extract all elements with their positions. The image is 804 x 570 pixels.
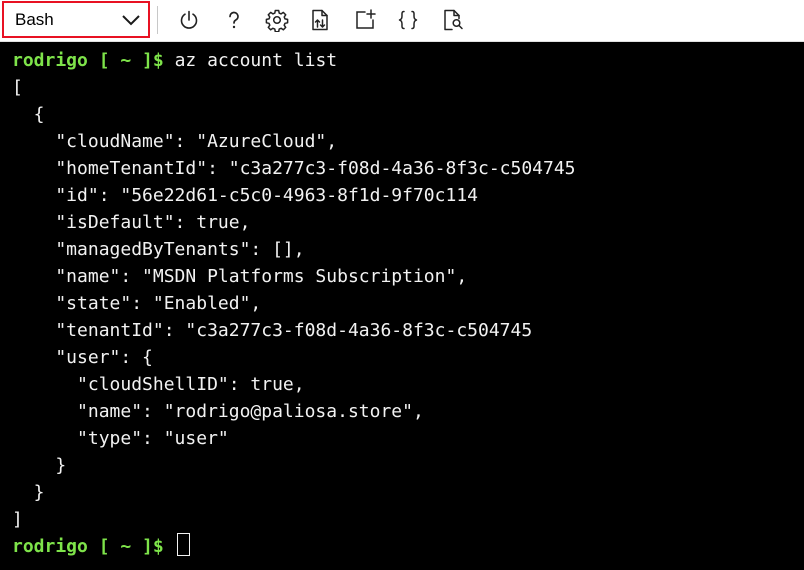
output-line: "isDefault": true,	[12, 212, 251, 233]
output-line: "cloudShellID": true,	[12, 374, 305, 395]
prompt-path: [ ~ ]$	[87, 50, 175, 71]
output-line: "user": {	[12, 347, 153, 368]
shell-type-selected-value: Bash	[15, 10, 54, 29]
prompt-user: rodrigo	[12, 536, 88, 557]
output-line: "homeTenantId": "c3a277c3-f08d-4a36-8f3c…	[12, 158, 576, 179]
terminal-output[interactable]: rodrigo [ ~ ]$ az account list [ { "clou…	[0, 42, 804, 570]
output-line: "name": "rodrigo@paliosa.store",	[12, 401, 424, 422]
gear-icon	[265, 9, 289, 32]
prompt-path: [ ~ ]$	[87, 536, 175, 557]
prompt-user: rodrigo	[12, 50, 88, 71]
new-window-icon	[356, 9, 376, 29]
preview-icon	[444, 9, 463, 31]
output-line: "type": "user"	[12, 428, 229, 449]
web-preview-button[interactable]	[438, 6, 468, 34]
output-line: [	[12, 77, 23, 98]
output-line: "name": "MSDN Platforms Subscription",	[12, 266, 468, 287]
output-line: "id": "56e22d61-c5c0-4963-8f1d-9f70c114	[12, 185, 478, 206]
file-transfer-icon	[312, 9, 328, 31]
restart-button[interactable]	[174, 6, 204, 34]
cloud-shell-toolbar: Bash	[0, 0, 804, 42]
shell-type-dropdown[interactable]: Bash	[2, 1, 150, 38]
help-button[interactable]	[219, 6, 249, 34]
power-icon	[180, 10, 198, 29]
output-line: {	[12, 104, 45, 125]
settings-button[interactable]	[262, 6, 292, 34]
command-text: az account list	[174, 50, 338, 71]
chevron-down-icon	[122, 15, 140, 26]
new-session-button[interactable]	[350, 6, 380, 34]
question-mark-icon	[229, 11, 239, 29]
output-line: ]	[12, 509, 23, 530]
terminal-cursor	[176, 533, 190, 556]
output-line: "cloudName": "AzureCloud",	[12, 131, 338, 152]
output-line: }	[12, 482, 45, 503]
output-line: "managedByTenants": [],	[12, 239, 305, 260]
final-prompt-line: rodrigo [ ~ ]$	[12, 533, 804, 560]
toolbar-divider	[157, 6, 158, 34]
upload-download-button[interactable]	[305, 6, 335, 34]
command-line: rodrigo [ ~ ]$ az account list	[12, 47, 804, 74]
output-line: "state": "Enabled",	[12, 293, 262, 314]
braces-icon	[398, 10, 418, 30]
output-line: "tenantId": "c3a277c3-f08d-4a36-8f3c-c50…	[12, 320, 533, 341]
editor-button[interactable]	[393, 6, 423, 34]
output-line: }	[12, 455, 67, 476]
